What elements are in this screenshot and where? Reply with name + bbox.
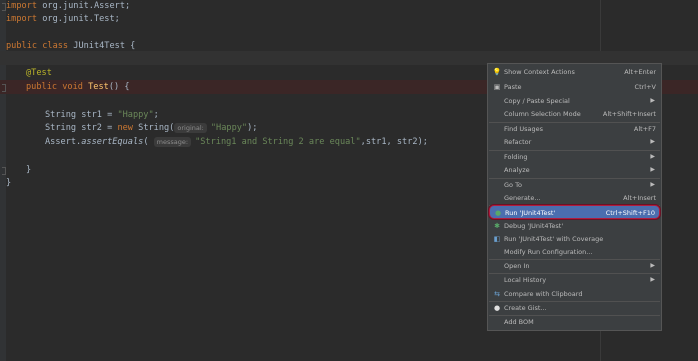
menu-item-folding[interactable]: Folding ▶ bbox=[489, 150, 660, 164]
submenu-arrow-icon: ▶ bbox=[650, 138, 655, 145]
clipboard-icon: ▣ bbox=[493, 83, 501, 91]
menu-item-local-history[interactable]: Local History ▶ bbox=[489, 273, 660, 287]
menu-item-paste[interactable]: ▣ Paste Ctrl+V bbox=[489, 80, 660, 94]
code-line: } bbox=[26, 165, 32, 175]
menu-item-debug[interactable]: ✱ Debug 'JUnit4Test' bbox=[489, 219, 660, 233]
fold-marker-icon[interactable] bbox=[2, 3, 6, 11]
fold-marker-icon[interactable] bbox=[2, 84, 6, 92]
menu-item-compare-with-clipboard[interactable]: ⇆ Compare with Clipboard bbox=[489, 287, 660, 301]
menu-item-copy-paste-special[interactable]: Copy / Paste Special ▶ bbox=[489, 94, 660, 108]
menu-item-find-usages[interactable]: Find Usages Alt+F7 bbox=[489, 122, 660, 136]
submenu-arrow-icon: ▶ bbox=[650, 97, 655, 104]
code-line: Assert.assertEquals( message: "String1 an… bbox=[45, 137, 428, 147]
submenu-arrow-icon: ▶ bbox=[650, 262, 655, 269]
menu-item-go-to[interactable]: Go To ▶ bbox=[489, 178, 660, 192]
bulb-icon: 💡 bbox=[492, 68, 502, 76]
code-line: public void Test() { bbox=[26, 82, 130, 92]
submenu-arrow-icon: ▶ bbox=[650, 181, 655, 188]
menu-item-create-gist[interactable]: ● Create Gist... bbox=[489, 301, 660, 315]
code-line: String str1 = "Happy"; bbox=[45, 110, 159, 120]
code-line: @Test bbox=[26, 68, 52, 78]
menu-item-modify-run-configuration[interactable]: Modify Run Configuration... bbox=[489, 245, 660, 259]
submenu-arrow-icon: ▶ bbox=[650, 166, 655, 173]
menu-item-refactor[interactable]: Refactor ▶ bbox=[489, 135, 660, 149]
github-icon: ● bbox=[493, 304, 501, 312]
submenu-arrow-icon: ▶ bbox=[650, 153, 655, 160]
menu-item-analyze[interactable]: Analyze ▶ bbox=[489, 163, 660, 177]
menu-item-add-bom[interactable]: Add BOM bbox=[489, 315, 660, 329]
parameter-hint: message: bbox=[153, 137, 192, 147]
coverage-icon: ◧ bbox=[493, 235, 501, 243]
compare-icon: ⇆ bbox=[494, 290, 500, 298]
submenu-arrow-icon: ▶ bbox=[650, 276, 655, 283]
menu-item-run[interactable]: ● Run 'JUnit4Test' Ctrl+Shift+F10 bbox=[489, 205, 660, 219]
menu-item-open-in[interactable]: Open In ▶ bbox=[489, 259, 660, 273]
code-line: String str2 = new String(original: "Happy… bbox=[45, 123, 258, 133]
menu-item-run-with-coverage[interactable]: ◧ Run 'JUnit4Test' with Coverage bbox=[489, 232, 660, 246]
menu-item-show-context-actions[interactable]: 💡 Show Context Actions Alt+Enter bbox=[489, 65, 660, 79]
code-line: } bbox=[6, 178, 12, 188]
parameter-hint: original: bbox=[174, 123, 207, 133]
menu-item-column-selection-mode[interactable]: Column Selection Mode Alt+Shift+Insert bbox=[489, 107, 660, 121]
context-menu: 💡 Show Context Actions Alt+Enter ▣ Paste… bbox=[487, 63, 662, 331]
code-line: import org.junit.Test; bbox=[6, 14, 120, 24]
run-icon: ● bbox=[494, 209, 502, 217]
code-line: public class JUnit4Test { bbox=[6, 41, 136, 51]
menu-item-generate[interactable]: Generate... Alt+Insert bbox=[489, 191, 660, 205]
debug-icon: ✱ bbox=[494, 222, 500, 230]
fold-marker-icon[interactable] bbox=[2, 167, 6, 175]
